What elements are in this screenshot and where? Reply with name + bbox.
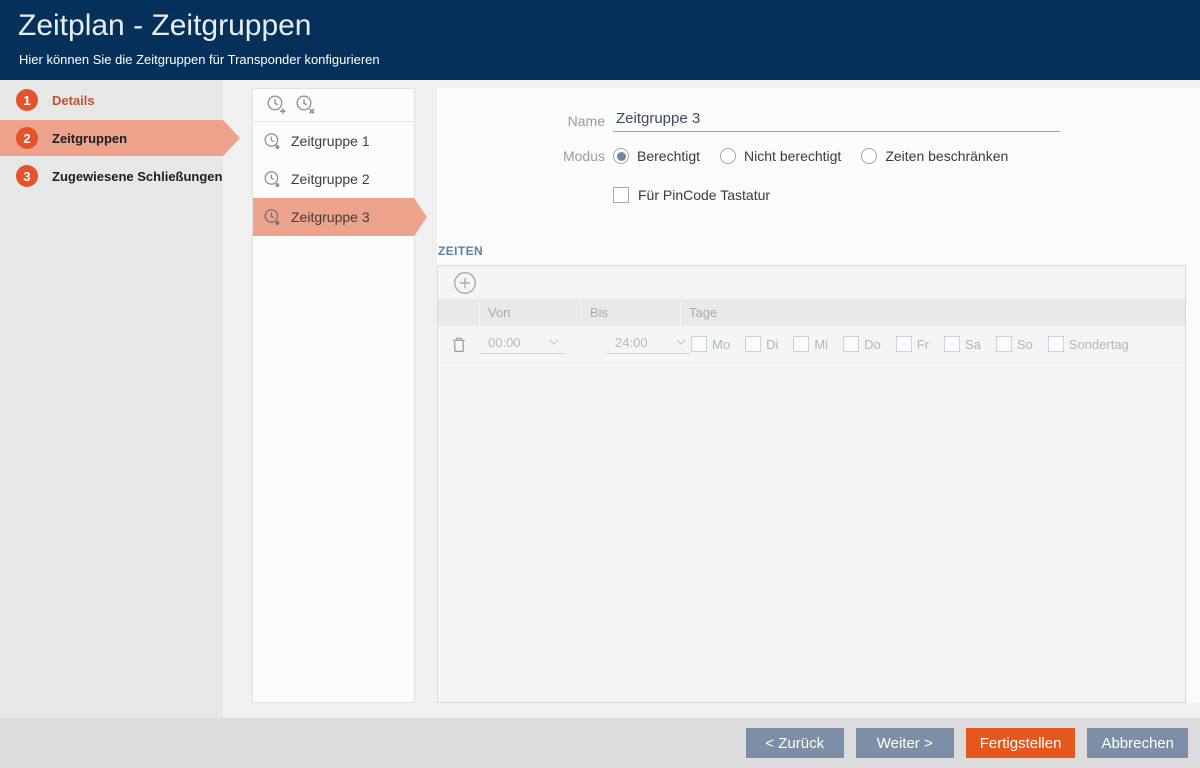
- wizard-footer: < Zurück Weiter > Fertigstellen Abbreche…: [0, 718, 1200, 768]
- page-title: Zeitplan - Zeitgruppen: [18, 9, 312, 43]
- step-number-badge: 3: [16, 165, 38, 187]
- radio-circle: [613, 148, 629, 164]
- back-button[interactable]: < Zurück: [746, 728, 844, 758]
- modus-radio-group: Berechtigt Nicht berechtigt Zeiten besch…: [613, 148, 1008, 164]
- von-time-value: 00:00: [488, 335, 521, 350]
- delete-time-group-icon[interactable]: [295, 94, 317, 116]
- time-group-toolbar: [253, 89, 414, 122]
- day-checkbox-di[interactable]: Di: [745, 336, 778, 352]
- day-checkbox-sa[interactable]: Sa: [944, 336, 981, 352]
- add-time-row-icon[interactable]: [453, 271, 477, 295]
- day-label: Mo: [712, 337, 730, 352]
- day-checkbox-do[interactable]: Do: [843, 336, 881, 352]
- wizard-step-zeitgruppen[interactable]: 2 Zeitgruppen: [0, 120, 223, 156]
- zeiten-toolbar: [438, 266, 1185, 299]
- day-checkbox-sondertag[interactable]: Sondertag: [1048, 336, 1129, 352]
- checkbox[interactable]: [944, 336, 960, 352]
- name-input[interactable]: [613, 110, 1060, 132]
- radio-zeiten-beschraenken[interactable]: Zeiten beschränken: [861, 148, 1008, 164]
- day-checkbox-fr[interactable]: Fr: [896, 336, 929, 352]
- zeiten-section-label: ZEITEN: [438, 244, 483, 258]
- wizard-step-details[interactable]: 1 Details: [0, 86, 223, 114]
- radio-label: Zeiten beschränken: [885, 148, 1008, 164]
- day-checkbox-group: Mo Di Mi Do Fr: [680, 336, 1185, 352]
- checkbox[interactable]: [896, 336, 912, 352]
- name-field-label: Name: [437, 113, 605, 129]
- day-checkbox-mi[interactable]: Mi: [793, 336, 828, 352]
- wizard-header: Zeitplan - Zeitgruppen Hier können Sie d…: [0, 0, 1200, 80]
- day-label: Do: [864, 337, 881, 352]
- column-header-bis: Bis: [581, 299, 680, 326]
- finish-button[interactable]: Fertigstellen: [966, 728, 1076, 758]
- step-label: Zugewiesene Schließungen: [52, 169, 222, 184]
- bis-time-dropdown[interactable]: 24:00: [607, 335, 691, 354]
- time-group-icon: [263, 208, 282, 227]
- radio-berechtigt[interactable]: Berechtigt: [613, 148, 700, 164]
- day-checkbox-mo[interactable]: Mo: [691, 336, 730, 352]
- day-label: Sa: [965, 337, 981, 352]
- footer-button-bar: < Zurück Weiter > Fertigstellen Abbreche…: [746, 728, 1188, 758]
- zeiten-data-row: 00:00 24:00 Mo: [438, 326, 1185, 363]
- cancel-button[interactable]: Abbrechen: [1087, 728, 1188, 758]
- zeiten-table: Von Bis Tage 00:00: [437, 265, 1186, 703]
- modus-field-label: Modus: [437, 148, 605, 164]
- checkbox[interactable]: [996, 336, 1012, 352]
- list-item-zeitgruppe-3[interactable]: Zeitgruppe 3: [253, 198, 414, 236]
- list-item-zeitgruppe-2[interactable]: Zeitgruppe 2: [253, 160, 414, 198]
- add-time-group-icon[interactable]: [266, 94, 288, 116]
- day-label: So: [1017, 337, 1033, 352]
- radio-circle: [720, 148, 736, 164]
- wizard-step-zugewiesene-schliessungen[interactable]: 3 Zugewiesene Schließungen: [0, 162, 223, 190]
- column-header-tage: Tage: [680, 299, 1185, 326]
- checkbox[interactable]: [843, 336, 859, 352]
- list-item-label: Zeitgruppe 2: [291, 171, 370, 187]
- chevron-down-icon: [549, 339, 559, 345]
- page-subtitle: Hier können Sie die Zeitgruppen für Tran…: [19, 52, 380, 67]
- checkbox[interactable]: [745, 336, 761, 352]
- day-label: Sondertag: [1069, 337, 1129, 352]
- delete-row-icon[interactable]: [452, 336, 466, 353]
- bis-time-value: 24:00: [615, 335, 648, 350]
- von-time-dropdown[interactable]: 00:00: [480, 335, 564, 354]
- zeiten-header-row: Von Bis Tage: [438, 299, 1185, 326]
- next-button[interactable]: Weiter >: [856, 728, 954, 758]
- list-item-label: Zeitgruppe 1: [291, 133, 370, 149]
- day-label: Fr: [917, 337, 929, 352]
- time-group-icon: [263, 132, 282, 151]
- wizard-step-sidebar: 1 Details 2 Zeitgruppen 3 Zugewiesene Sc…: [0, 80, 223, 718]
- time-group-detail-form: Name Modus Berechtigt Nicht berechtigt Z…: [437, 88, 1200, 703]
- pincode-checkbox-row[interactable]: Für PinCode Tastatur: [613, 187, 770, 203]
- radio-label: Berechtigt: [637, 148, 700, 164]
- step-number-badge: 2: [16, 127, 38, 149]
- day-label: Di: [766, 337, 778, 352]
- pincode-checkbox[interactable]: [613, 187, 629, 203]
- step-number-badge: 1: [16, 89, 38, 111]
- radio-circle: [861, 148, 877, 164]
- day-checkbox-so[interactable]: So: [996, 336, 1033, 352]
- radio-label: Nicht berechtigt: [744, 148, 841, 164]
- time-group-icon: [263, 170, 282, 189]
- column-header-von: Von: [479, 299, 581, 326]
- day-label: Mi: [814, 337, 828, 352]
- checkbox[interactable]: [793, 336, 809, 352]
- list-item-zeitgruppe-1[interactable]: Zeitgruppe 1: [253, 122, 414, 160]
- checkbox[interactable]: [691, 336, 707, 352]
- list-item-label: Zeitgruppe 3: [291, 209, 370, 225]
- pincode-checkbox-label: Für PinCode Tastatur: [638, 187, 770, 203]
- time-group-list-panel: Zeitgruppe 1 Zeitgruppe 2 Zeitgruppe 3: [252, 88, 415, 703]
- step-label: Details: [52, 93, 95, 108]
- radio-nicht-berechtigt[interactable]: Nicht berechtigt: [720, 148, 841, 164]
- step-label: Zeitgruppen: [52, 131, 127, 146]
- checkbox[interactable]: [1048, 336, 1064, 352]
